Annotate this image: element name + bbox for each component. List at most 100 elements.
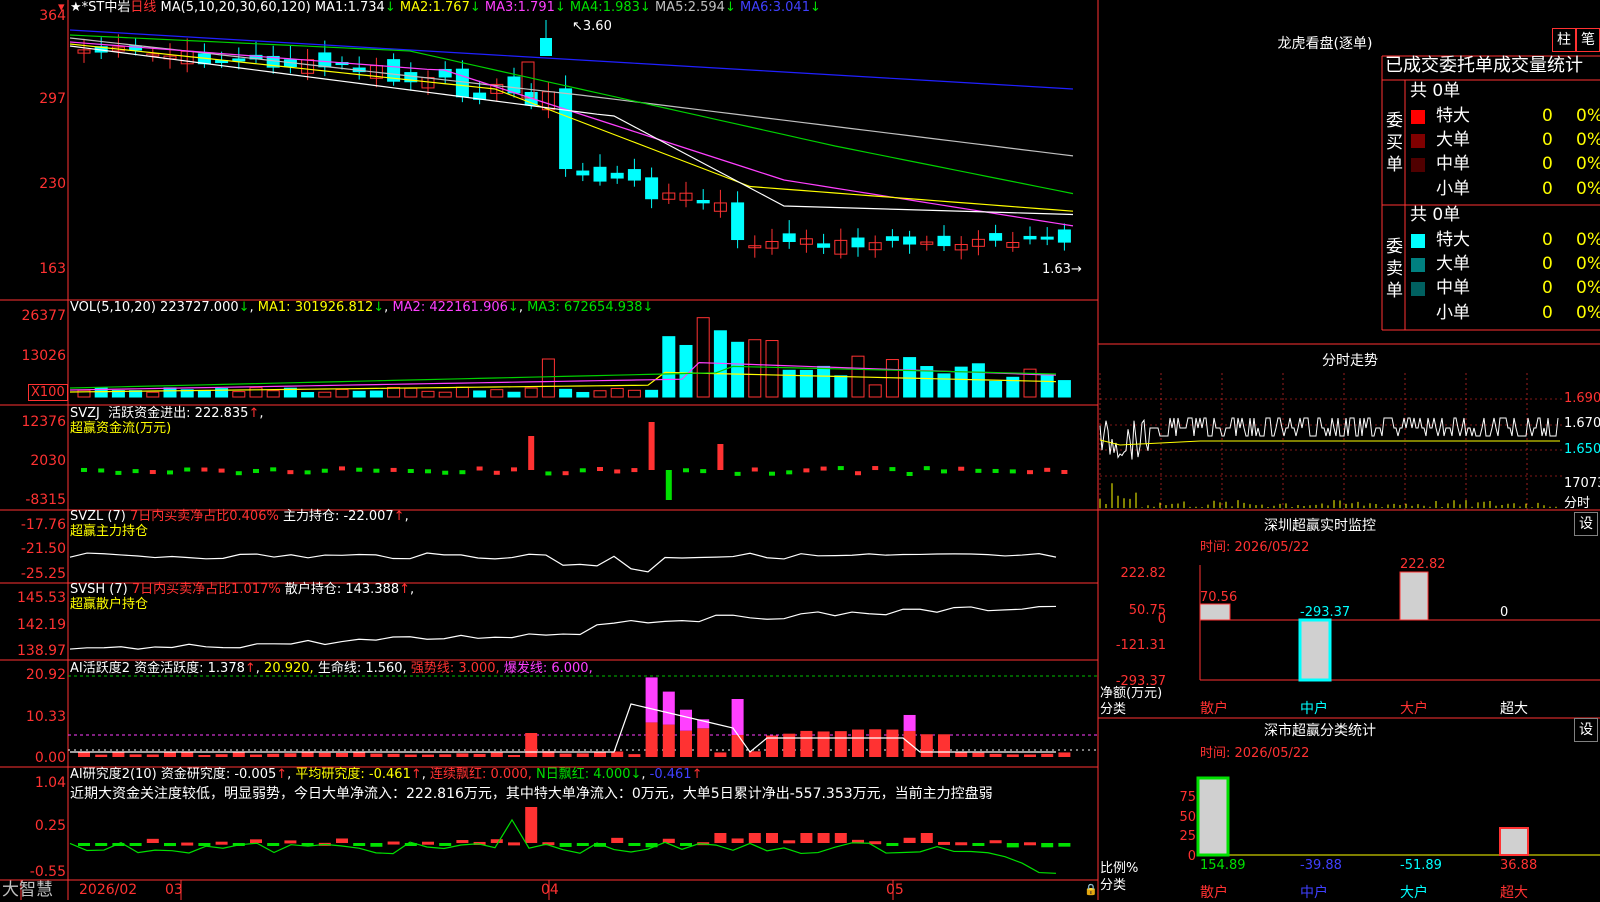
- activity-bar: [404, 754, 417, 757]
- research-bar: [284, 840, 297, 844]
- flow-bar: [855, 471, 861, 476]
- volume-bar: [301, 391, 315, 398]
- monitor-bar-label-3: 0: [1500, 605, 1509, 620]
- monitor-axis-3: 0: [1157, 612, 1166, 627]
- high-price-mark: ↖3.60: [572, 19, 612, 34]
- volume-bar: [593, 390, 607, 398]
- stats-settings-button[interactable]: 设: [1574, 718, 1598, 742]
- candle-body: [937, 235, 951, 247]
- activity-bar: [267, 753, 280, 757]
- price-axis-230: 230: [39, 176, 66, 192]
- research-bar: [576, 843, 589, 846]
- activity-bar: [473, 753, 486, 757]
- ai-activity-header: AI活跃度2 资金活跃度: 1.378↑, 20.920, 生命线: 1.560…: [70, 661, 593, 676]
- svsh-subtitle: 超赢散户持仓: [70, 597, 149, 612]
- intraday-price-line: [1099, 417, 1559, 460]
- candle-body: [1040, 236, 1054, 240]
- activity-bar: [422, 754, 434, 757]
- flow-bar: [1061, 469, 1068, 474]
- intraday-axis-3: 1.650: [1564, 442, 1600, 457]
- tick-mode-button[interactable]: 笔: [1576, 28, 1600, 52]
- candle-body: [507, 76, 521, 94]
- volume-bar: [868, 384, 882, 398]
- research-bar: [490, 839, 503, 843]
- volume-bar: [1057, 380, 1071, 398]
- flow-bar: [545, 471, 552, 476]
- flow-bar: [872, 466, 879, 471]
- volume-bar: [404, 387, 418, 398]
- activity-bar-burst: [680, 709, 692, 731]
- volume-bar: [473, 390, 487, 398]
- activity-bar: [232, 752, 245, 757]
- volume-bar: [421, 390, 435, 398]
- flow-bar: [1044, 467, 1051, 472]
- period-label[interactable]: 日线: [130, 0, 156, 15]
- activity-bar: [387, 753, 400, 757]
- flow-bar: [356, 467, 363, 472]
- research-bar: [800, 833, 813, 843]
- intraday-avg-line: [1099, 439, 1560, 446]
- sell-xl-label: 特大: [1436, 230, 1470, 250]
- flow-bar: [218, 468, 225, 473]
- main-chart-canvas[interactable]: [0, 0, 1600, 900]
- volume-bar: [352, 390, 366, 398]
- flow-bar: [528, 436, 535, 470]
- stats-cat-0: 散户: [1200, 885, 1228, 901]
- stats-axis-50: 50: [1179, 810, 1196, 825]
- ma6-value: 3.041: [772, 0, 810, 15]
- activity-bar: [628, 754, 641, 757]
- flow-bar: [614, 469, 621, 474]
- candle-body: [593, 166, 607, 182]
- sell-m-swatch: [1411, 282, 1425, 296]
- activity-bar: [146, 754, 159, 757]
- research-bar: [972, 843, 985, 846]
- activity-bar: [353, 751, 366, 757]
- monitor-bar-2: [1399, 571, 1429, 621]
- ma2-arrow: ↓: [469, 0, 481, 15]
- flow-bar: [837, 466, 844, 471]
- flow-bar: [906, 471, 913, 476]
- svzl-subtitle: 超赢主力持仓: [70, 524, 149, 539]
- stats-xlabel: 分类: [1100, 878, 1127, 893]
- buy-m-label: 中单: [1436, 154, 1470, 174]
- ma4-value: 1.983: [602, 0, 640, 15]
- volume-bar: [610, 387, 624, 398]
- ma2-name: MA2:: [399, 0, 433, 15]
- lock-icon[interactable]: 🔒: [1084, 883, 1098, 896]
- flow-bar: [132, 469, 139, 474]
- research-bar: [422, 841, 434, 845]
- favorite-star-icon[interactable]: ★: [70, 0, 82, 15]
- volume-bar: [765, 340, 779, 398]
- ma4-name: MA4:: [569, 0, 603, 15]
- intraday-axis-1: 1.690: [1564, 391, 1600, 406]
- buy-m-swatch: [1411, 158, 1425, 172]
- monitor-bar-1: [1298, 618, 1332, 682]
- activity-bar: [834, 731, 847, 757]
- bar-mode-button[interactable]: 柱: [1552, 28, 1576, 52]
- activity-bar-burst: [645, 677, 658, 723]
- svzj-header: SVZJ 活跃资金进出: 222.835↑,: [70, 406, 264, 421]
- candle-body: [576, 170, 590, 176]
- flow-bar: [579, 468, 586, 473]
- monitor-cat-0: 散户: [1200, 701, 1228, 717]
- volume-bar: [559, 388, 573, 398]
- monitor-time: 时间: 2026/05/22: [1200, 540, 1310, 555]
- flow-bar: [442, 470, 449, 475]
- sell-s-label: 小单: [1436, 303, 1470, 323]
- monitor-axis-4: -121.31: [1115, 638, 1166, 653]
- price-panel-header: ▾ ★*ST中岩日线 MA(5,10,20,30,60,120) MA1:1.7…: [58, 0, 821, 16]
- activity-bar: [680, 730, 692, 757]
- buy-xl-pct: 0%: [1576, 106, 1600, 126]
- research-bar: [714, 833, 727, 843]
- flow-bar: [201, 467, 208, 472]
- monitor-settings-button[interactable]: 设: [1574, 512, 1598, 536]
- time-label-apr: 04: [541, 882, 559, 898]
- volume-bar: [335, 388, 349, 398]
- sell-side-label: 委卖单: [1386, 237, 1403, 301]
- flow-bar: [459, 470, 466, 475]
- research-bar: [146, 838, 159, 843]
- monitor-axis-1: 222.82: [1120, 566, 1167, 581]
- sell-m-pct: 0%: [1576, 278, 1600, 298]
- intraday-unit: 分时: [1564, 496, 1591, 511]
- research-bar: [181, 842, 194, 846]
